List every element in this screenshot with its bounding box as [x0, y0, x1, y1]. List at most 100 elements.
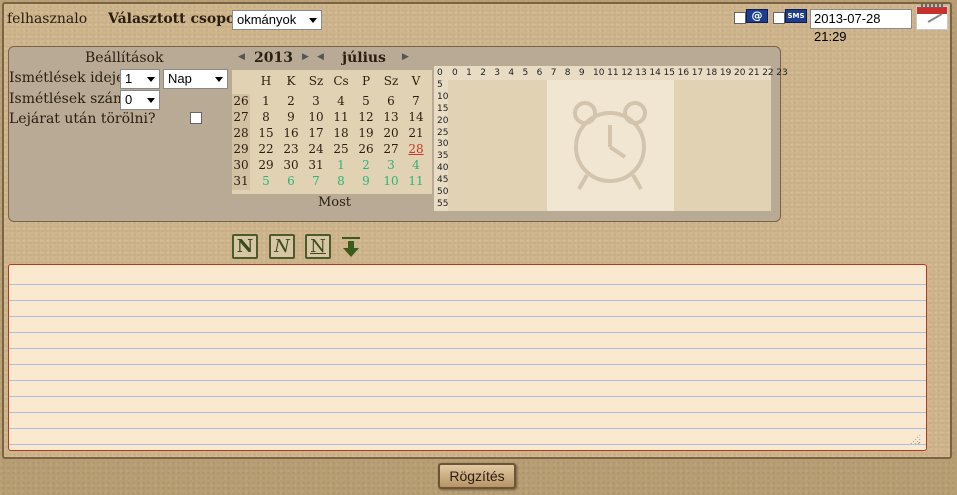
hour-cell[interactable]: 8 — [565, 68, 571, 78]
hour-cell[interactable]: 6 — [537, 68, 543, 78]
prev-month-icon[interactable]: ◀ — [317, 52, 324, 62]
minute-cell[interactable]: 50 — [437, 187, 448, 197]
calendar-day[interactable]: 3 — [379, 158, 403, 173]
underline-button[interactable]: N — [305, 234, 331, 259]
calendar-day[interactable]: 6 — [279, 174, 303, 189]
calendar-day[interactable]: 17 — [304, 126, 328, 141]
minute-cell[interactable]: 5 — [437, 80, 443, 90]
calendar-day[interactable]: 29 — [254, 158, 278, 173]
hour-cell[interactable]: 17 — [692, 68, 703, 78]
italic-button[interactable]: N — [269, 234, 295, 259]
calendar-day[interactable]: 4 — [404, 158, 428, 173]
hour-cell[interactable]: 15 — [664, 68, 675, 78]
datetime-field[interactable]: 2013-07-28 21:29 — [810, 9, 912, 44]
minute-cell[interactable]: 20 — [437, 116, 448, 126]
calendar-day[interactable]: 4 — [329, 94, 353, 109]
hour-cell[interactable]: 9 — [579, 68, 585, 78]
hour-cell[interactable]: 2 — [480, 68, 486, 78]
hour-cell[interactable]: 13 — [635, 68, 646, 78]
calendar-day[interactable]: 5 — [254, 174, 278, 189]
next-month-icon[interactable]: ▶ — [402, 52, 409, 62]
calendar-day[interactable]: 3 — [304, 94, 328, 109]
calendar-day[interactable]: 19 — [354, 126, 378, 141]
minute-cell[interactable]: 35 — [437, 151, 448, 161]
hour-cell[interactable]: 3 — [494, 68, 500, 78]
hour-cell[interactable]: 22 — [762, 68, 773, 78]
calendar-day[interactable]: 1 — [254, 94, 278, 109]
prev-year-icon[interactable]: ◀ — [238, 52, 245, 62]
hour-cell[interactable]: 1 — [466, 68, 472, 78]
minute-cell[interactable]: 15 — [437, 104, 448, 114]
email-notify-checkbox[interactable] — [734, 12, 746, 24]
hour-cell[interactable]: 23 — [776, 68, 787, 78]
calendar-day[interactable]: 9 — [354, 174, 378, 189]
hour-cell[interactable]: 11 — [607, 68, 618, 78]
hour-cell[interactable]: 21 — [748, 68, 759, 78]
calendar-day[interactable]: 26 — [354, 142, 378, 157]
calendar-day[interactable]: 20 — [379, 126, 403, 141]
minute-cell[interactable]: 0 — [437, 68, 443, 78]
save-button[interactable]: Rögzítés — [438, 463, 516, 489]
minute-cell[interactable]: 10 — [437, 92, 448, 102]
repeat-unit-select[interactable]: Nap — [163, 69, 228, 89]
calendar-day[interactable]: 1 — [329, 158, 353, 173]
calendar-day[interactable]: 7 — [304, 174, 328, 189]
calendar-day[interactable]: 11 — [329, 110, 353, 125]
calendar-day[interactable]: 15 — [254, 126, 278, 141]
calendar-day[interactable]: 11 — [404, 174, 428, 189]
hour-cell[interactable]: 12 — [621, 68, 632, 78]
delete-after-checkbox[interactable] — [190, 112, 202, 124]
calendar-day[interactable]: 13 — [379, 110, 403, 125]
bold-button[interactable]: N — [232, 234, 258, 259]
calendar-day[interactable]: 25 — [329, 142, 353, 157]
minute-cell[interactable]: 30 — [437, 139, 448, 149]
hour-cell[interactable]: 18 — [706, 68, 717, 78]
calendar-day[interactable]: 8 — [329, 174, 353, 189]
repeat-count-select[interactable]: 0 — [120, 90, 160, 110]
hour-cell[interactable]: 19 — [720, 68, 731, 78]
calendar-day[interactable]: 28 — [404, 142, 428, 157]
calendar-day[interactable]: 27 — [379, 142, 403, 157]
minute-cell[interactable]: 25 — [437, 128, 448, 138]
hour-cell[interactable]: 4 — [508, 68, 514, 78]
calendar-day[interactable]: 8 — [254, 110, 278, 125]
hour-cell[interactable]: 10 — [593, 68, 604, 78]
now-button[interactable]: Most — [318, 195, 351, 210]
calendar-day[interactable]: 30 — [279, 158, 303, 173]
calendar-day[interactable]: 21 — [404, 126, 428, 141]
calendar-day[interactable]: 10 — [379, 174, 403, 189]
minute-cell[interactable]: 45 — [437, 175, 448, 185]
sms-notify-checkbox[interactable] — [773, 12, 785, 24]
calendar-day[interactable]: 23 — [279, 142, 303, 157]
calendar-day[interactable]: 2 — [279, 94, 303, 109]
minute-cell[interactable]: 55 — [437, 199, 448, 209]
calendar-day[interactable]: 14 — [404, 110, 428, 125]
calendar-day[interactable]: 16 — [279, 126, 303, 141]
hour-cell[interactable]: 16 — [678, 68, 689, 78]
calendar-day[interactable]: 31 — [304, 158, 328, 173]
hour-cell[interactable]: 5 — [523, 68, 529, 78]
resize-grip-icon[interactable] — [909, 433, 921, 445]
calendar-day[interactable]: 10 — [304, 110, 328, 125]
calendar-day[interactable]: 18 — [329, 126, 353, 141]
hour-cell[interactable]: 0 — [452, 68, 458, 78]
calendar-day[interactable]: 2 — [354, 158, 378, 173]
note-textarea[interactable] — [8, 264, 927, 451]
next-year-icon[interactable]: ▶ — [302, 52, 309, 62]
arrow-down-icon[interactable] — [340, 237, 362, 259]
hour-cell[interactable]: 14 — [649, 68, 660, 78]
calendar-day[interactable]: 6 — [379, 94, 403, 109]
calendar-day[interactable]: 12 — [354, 110, 378, 125]
calendar-day[interactable]: 24 — [304, 142, 328, 157]
hour-cell[interactable]: 7 — [551, 68, 557, 78]
calendar-day[interactable]: 22 — [254, 142, 278, 157]
repeat-time-select[interactable]: 1 — [120, 69, 160, 89]
calendar-day[interactable]: 9 — [279, 110, 303, 125]
hour-cell[interactable]: 20 — [734, 68, 745, 78]
group-select[interactable]: okmányok — [232, 10, 322, 30]
calendar-day[interactable]: 5 — [354, 94, 378, 109]
calendar-pen-icon[interactable] — [916, 4, 948, 30]
minute-cell[interactable]: 40 — [437, 163, 448, 173]
chevron-down-icon — [215, 77, 223, 82]
calendar-day[interactable]: 7 — [404, 94, 428, 109]
